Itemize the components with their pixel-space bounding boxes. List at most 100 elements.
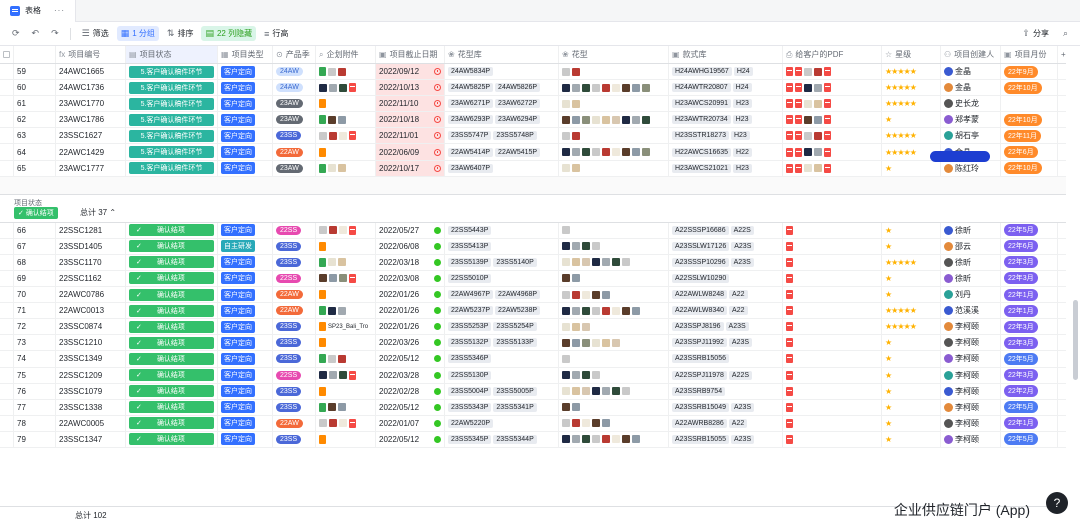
month-tag[interactable]: 22年3月 bbox=[1004, 256, 1038, 269]
pattern-thumbnail[interactable] bbox=[592, 387, 600, 396]
status-tag[interactable]: ✓ 确认结项 bbox=[129, 272, 214, 285]
pdf-icon[interactable] bbox=[786, 163, 793, 173]
style-library-tag[interactable]: H23 bbox=[733, 163, 752, 173]
pattern-thumbnail[interactable] bbox=[562, 164, 570, 173]
pattern-thumbnail[interactable] bbox=[572, 274, 580, 283]
star-rating[interactable]: ★★★★★ bbox=[885, 99, 917, 108]
status-tag[interactable]: ✓ 确认结项 bbox=[129, 385, 214, 398]
pattern-thumbnail[interactable] bbox=[582, 322, 590, 331]
project-code[interactable]: 23AWC1777 bbox=[56, 160, 126, 176]
pattern-thumbnail[interactable] bbox=[562, 387, 570, 396]
attachment-cell[interactable] bbox=[316, 96, 376, 112]
table-row[interactable]: 75 22SSC1209 ✓ 确认结项 客户定向 22SS 2022/03/28 22SS51… bbox=[0, 367, 1066, 384]
customer-pdf-cell[interactable] bbox=[783, 270, 882, 287]
attachment-cell[interactable] bbox=[316, 160, 376, 176]
pattern-thumbnail[interactable] bbox=[572, 419, 580, 428]
table-row[interactable]: 77 23SSC1338 ✓ 确认结项 客户定向 23SS 2022/05/12 23SS53… bbox=[0, 399, 1066, 416]
column-header[interactable]: fx 项目编号 bbox=[56, 46, 126, 63]
style-library-tag[interactable]: A22S bbox=[728, 370, 753, 380]
document-icon[interactable] bbox=[319, 386, 326, 396]
pattern-thumbnail[interactable] bbox=[814, 115, 822, 124]
status-tag[interactable]: 5.客户确认稿件环节 bbox=[129, 97, 214, 110]
project-code[interactable]: 24AWC1665 bbox=[56, 64, 126, 80]
project-code[interactable]: 23SSC0874 bbox=[56, 319, 126, 335]
pattern-thumbnail[interactable] bbox=[582, 338, 590, 347]
pdf-icon[interactable] bbox=[786, 290, 793, 300]
month-tag[interactable]: 22年3月 bbox=[1004, 369, 1038, 382]
pattern-thumbnail[interactable] bbox=[572, 435, 580, 444]
project-type-tag[interactable]: 客户定向 bbox=[221, 433, 255, 446]
attachment-cell[interactable]: SP23_Bali_Tro bbox=[316, 319, 376, 335]
pattern-thumbnail[interactable] bbox=[328, 403, 336, 412]
pdf-icon[interactable] bbox=[786, 354, 793, 364]
style-library-tag[interactable]: H24 bbox=[732, 83, 752, 93]
pattern-thumbnail[interactable] bbox=[572, 306, 580, 315]
customer-pdf-cell[interactable] bbox=[783, 80, 882, 96]
pattern-library-tag[interactable]: 23SS5344P bbox=[493, 434, 537, 444]
style-library-tag[interactable]: A23S bbox=[730, 402, 755, 412]
attachment-cell[interactable] bbox=[316, 287, 376, 303]
project-code[interactable]: 22SSC1162 bbox=[56, 270, 126, 287]
pattern-thumbnail[interactable] bbox=[562, 99, 570, 108]
table-row[interactable]: 73 23SSC1210 ✓ 确认结项 客户定向 23SS 2022/03/26 23SS51… bbox=[0, 335, 1066, 352]
pattern-thumbnail[interactable] bbox=[612, 258, 620, 267]
pattern-thumbnail[interactable] bbox=[602, 115, 610, 124]
project-type-tag[interactable]: 客户定向 bbox=[221, 146, 255, 159]
deadline-date[interactable]: 2022/11/01 bbox=[379, 131, 418, 140]
pattern-cell[interactable] bbox=[559, 303, 669, 319]
spreadsheet-icon[interactable] bbox=[319, 163, 326, 173]
style-library-tag[interactable]: A23SSLW17126 bbox=[672, 241, 730, 251]
pattern-thumbnail[interactable] bbox=[572, 290, 580, 299]
season-tag[interactable]: 23SS bbox=[276, 386, 302, 396]
season-tag[interactable]: 24AW bbox=[276, 83, 303, 93]
style-library-tag[interactable]: A22 bbox=[728, 418, 748, 428]
pattern-thumbnail[interactable] bbox=[582, 387, 590, 396]
spreadsheet-icon[interactable] bbox=[319, 67, 326, 77]
month-tag[interactable]: 22年1月 bbox=[1004, 288, 1038, 301]
pdf-icon[interactable] bbox=[786, 83, 793, 93]
project-type-tag[interactable]: 客户定向 bbox=[221, 224, 255, 237]
pdf-icon[interactable] bbox=[824, 131, 831, 141]
pattern-thumbnail[interactable] bbox=[562, 274, 570, 283]
project-type-tag[interactable]: 客户定向 bbox=[221, 320, 255, 333]
season-tag[interactable]: 22SS bbox=[276, 370, 302, 380]
customer-pdf-cell[interactable] bbox=[783, 303, 882, 319]
pattern-thumbnail[interactable] bbox=[622, 258, 630, 267]
pattern-thumbnail[interactable] bbox=[592, 83, 600, 92]
star-rating[interactable]: ★★★★★ bbox=[885, 148, 917, 157]
pattern-cell[interactable] bbox=[559, 160, 669, 176]
pattern-thumbnail[interactable] bbox=[582, 290, 590, 299]
pattern-thumbnail[interactable] bbox=[319, 131, 327, 140]
project-code[interactable]: 23SSC1627 bbox=[56, 128, 126, 144]
pattern-thumbnail[interactable] bbox=[562, 322, 570, 331]
pattern-thumbnail[interactable] bbox=[562, 354, 570, 363]
pattern-thumbnail[interactable] bbox=[572, 403, 580, 412]
column-header[interactable]: ▣ 项目月份 bbox=[1001, 46, 1058, 63]
pattern-thumbnail[interactable] bbox=[804, 164, 812, 173]
pdf-icon[interactable] bbox=[795, 99, 802, 109]
star-rating[interactable]: ★ bbox=[885, 164, 892, 173]
pattern-thumbnail[interactable] bbox=[562, 403, 570, 412]
month-tag[interactable]: 22年5月 bbox=[1004, 352, 1038, 365]
pattern-thumbnail[interactable] bbox=[562, 226, 570, 235]
pattern-thumbnail[interactable] bbox=[622, 387, 630, 396]
style-library-tag[interactable]: A22 bbox=[729, 290, 748, 300]
pattern-library-tag[interactable]: 23AW6293P bbox=[448, 115, 494, 125]
spreadsheet-icon[interactable] bbox=[319, 306, 326, 316]
select-all-checkbox[interactable] bbox=[0, 46, 14, 63]
pattern-library-tag[interactable]: 22AW4968P bbox=[495, 290, 541, 300]
redo-icon[interactable]: ↷ bbox=[47, 26, 63, 41]
project-code[interactable]: 22AWC0005 bbox=[56, 415, 126, 431]
column-header[interactable]: ⚇ 项目创建人 bbox=[941, 46, 1001, 63]
project-code[interactable]: 22AWC0013 bbox=[56, 303, 126, 319]
pattern-thumbnail[interactable] bbox=[804, 131, 812, 140]
month-tag[interactable]: 22年10月 bbox=[1004, 113, 1042, 126]
spreadsheet-icon[interactable] bbox=[319, 354, 326, 364]
attachment-cell[interactable] bbox=[316, 367, 376, 383]
style-library-tag[interactable]: A23S bbox=[730, 257, 754, 267]
customer-pdf-cell[interactable] bbox=[783, 128, 882, 144]
month-tag[interactable]: 22年3月 bbox=[1004, 336, 1038, 349]
project-type-tag[interactable]: 客户定向 bbox=[221, 129, 255, 142]
style-library-tag[interactable]: A22SSSP16686 bbox=[672, 225, 729, 235]
pattern-thumbnail[interactable] bbox=[612, 306, 620, 315]
